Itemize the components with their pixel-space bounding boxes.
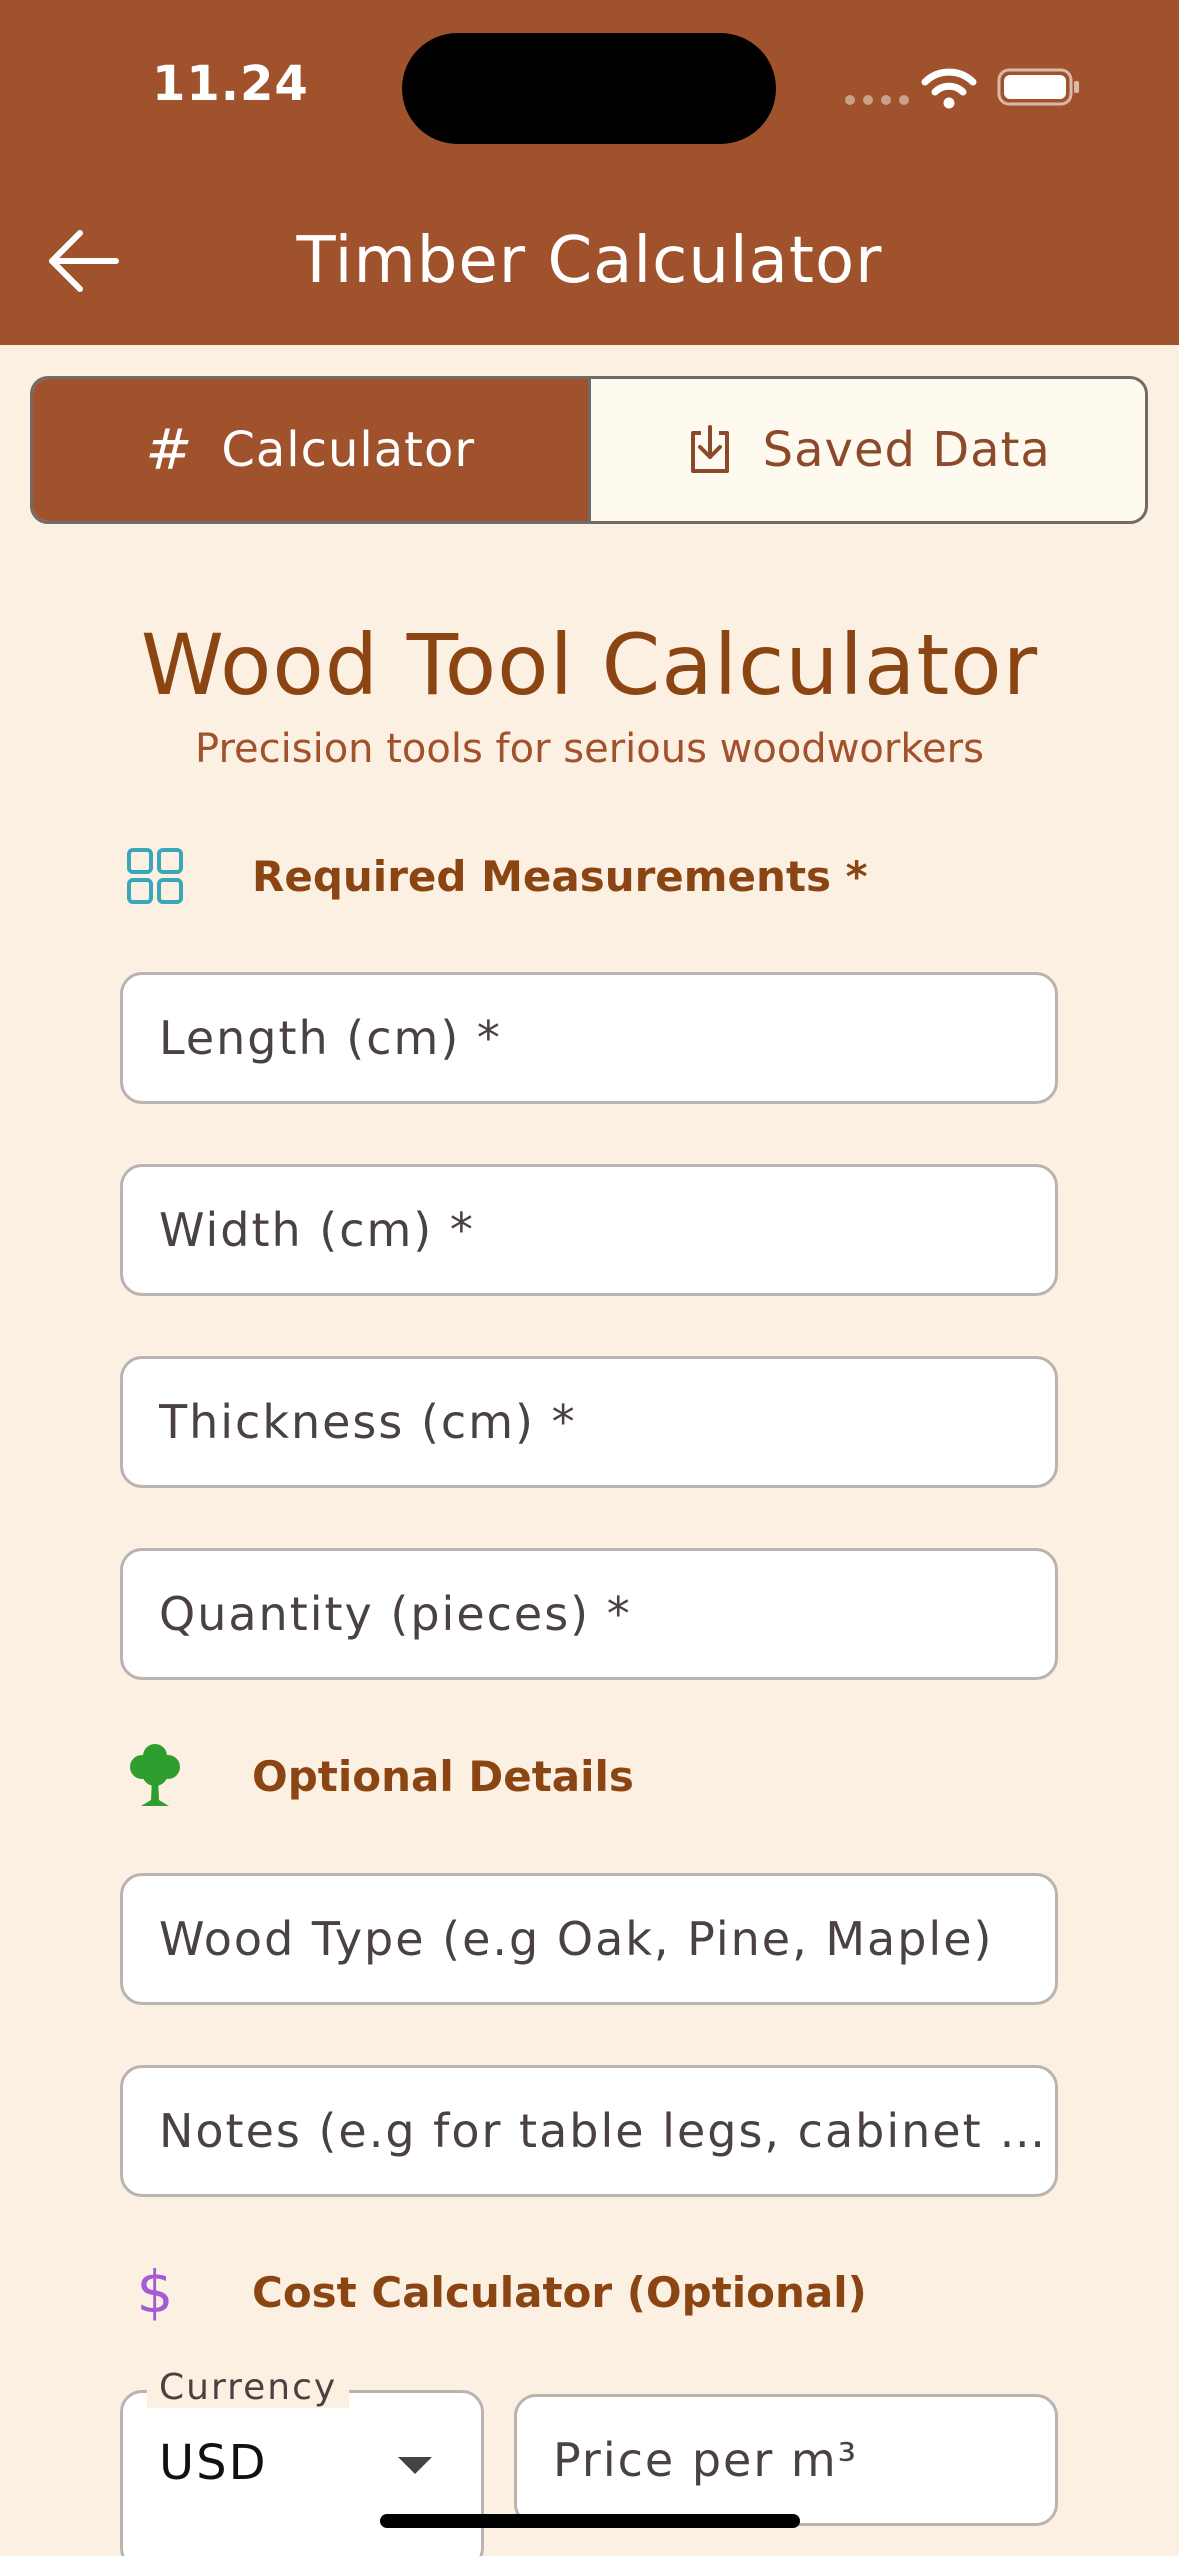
wifi-icon: [921, 68, 977, 109]
tree-icon: [120, 1741, 190, 1811]
width-field[interactable]: [120, 1164, 1058, 1296]
tab-bar: # Calculator Saved Data: [30, 376, 1148, 524]
dynamic-island: [402, 33, 776, 144]
currency-label: Currency: [147, 2367, 350, 2408]
tab-calculator[interactable]: # Calculator: [33, 379, 591, 521]
length-field[interactable]: [120, 972, 1058, 1104]
wood-type-input[interactable]: [159, 1912, 1055, 1966]
price-input[interactable]: [553, 2433, 1055, 2487]
home-indicator: [380, 2514, 800, 2528]
thickness-field[interactable]: [120, 1356, 1058, 1488]
app-bar: 11.24 Timber Calculator: [0, 0, 1179, 345]
dollar-icon: $: [136, 2258, 174, 2326]
wood-type-field[interactable]: [120, 1873, 1058, 2005]
tab-saved-data[interactable]: Saved Data: [591, 379, 1146, 521]
tab-saved-data-label: Saved Data: [762, 422, 1051, 478]
cellular-signal-icon: [845, 95, 909, 105]
price-field[interactable]: [514, 2394, 1058, 2526]
tab-calculator-label: Calculator: [221, 422, 476, 478]
section-label: Optional Details: [252, 1751, 634, 1801]
section-cost-calculator: $ Cost Calculator (Optional): [120, 2252, 867, 2332]
notes-input[interactable]: [159, 2104, 1055, 2158]
page-title: Wood Tool Calculator: [140, 616, 1039, 714]
grid-icon: [120, 841, 190, 911]
width-input[interactable]: [159, 1203, 1055, 1257]
section-required-measurements: Required Measurements *: [120, 836, 868, 916]
quantity-input[interactable]: [159, 1587, 1055, 1641]
battery-icon: [997, 68, 1079, 106]
section-label: Cost Calculator (Optional): [252, 2267, 867, 2317]
hash-icon: #: [145, 417, 194, 483]
app-title: Timber Calculator: [296, 224, 883, 298]
notes-field[interactable]: [120, 2065, 1058, 2197]
page-subtitle: Precision tools for serious woodworkers: [195, 726, 984, 772]
length-input[interactable]: [159, 1011, 1055, 1065]
section-optional-details: Optional Details: [120, 1736, 634, 1816]
status-time: 11.24: [152, 56, 309, 112]
currency-value: USD: [159, 2435, 268, 2491]
quantity-field[interactable]: [120, 1548, 1058, 1680]
thickness-input[interactable]: [159, 1395, 1055, 1449]
dropdown-arrow-icon: [398, 2457, 432, 2474]
section-label: Required Measurements *: [252, 851, 868, 901]
download-icon: [690, 425, 729, 473]
currency-select[interactable]: Currency USD: [120, 2367, 484, 2556]
